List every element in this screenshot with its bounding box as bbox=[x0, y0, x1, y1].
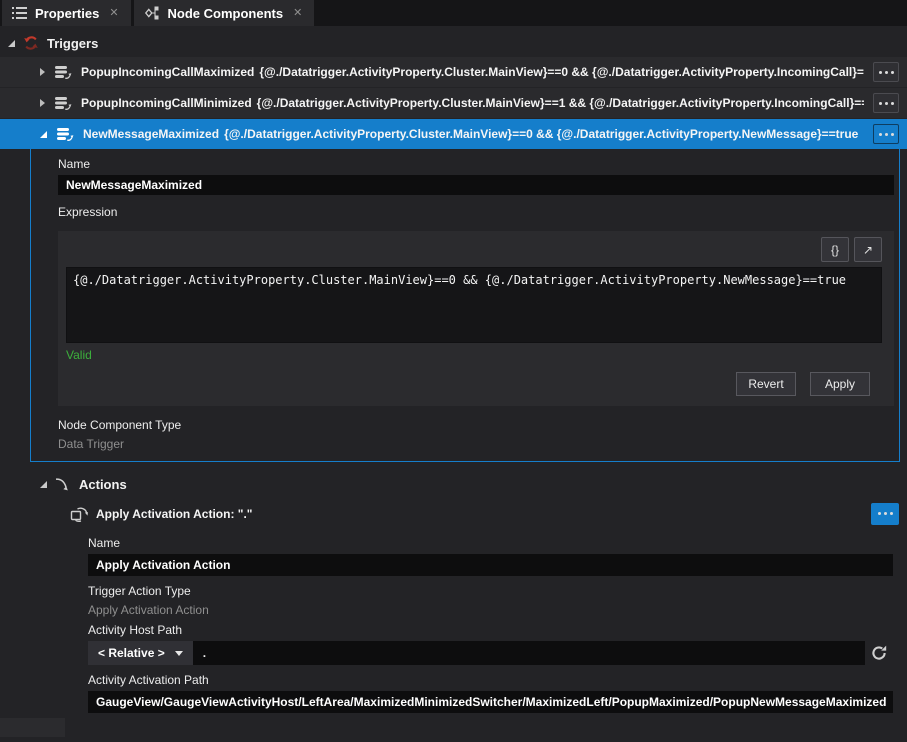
action-type-value: Apply Activation Action bbox=[88, 603, 893, 617]
section-title: Triggers bbox=[47, 36, 98, 51]
trigger-name: PopupIncomingCallMaximized bbox=[81, 65, 254, 79]
tab-properties[interactable]: Properties ✕ bbox=[2, 0, 131, 26]
expression-validity-status: Valid bbox=[66, 348, 882, 362]
apply-activation-action-icon bbox=[70, 506, 88, 522]
actions-section-header: Actions bbox=[0, 470, 907, 498]
trigger-name: PopupIncomingCallMinimized bbox=[81, 96, 252, 110]
trigger-condition: {@./Datatrigger.ActivityProperty.Cluster… bbox=[257, 96, 864, 110]
action-row-label: Apply Activation Action: "." bbox=[96, 507, 863, 521]
host-path-label: Activity Host Path bbox=[88, 623, 893, 637]
close-icon[interactable]: ✕ bbox=[291, 6, 304, 21]
host-path-row: < Relative > . bbox=[88, 641, 893, 665]
trigger-row[interactable]: PopupIncomingCallMinimized {@./Datatrigge… bbox=[0, 88, 907, 118]
collapse-arrow-icon[interactable] bbox=[40, 131, 47, 138]
section-title: Actions bbox=[79, 477, 127, 492]
action-detail-panel: Name Apply Activation Action Trigger Act… bbox=[0, 536, 907, 713]
tab-label: Node Components bbox=[168, 6, 284, 21]
data-trigger-icon bbox=[56, 127, 74, 142]
activation-path-input[interactable]: GaugeView/GaugeViewActivityHost/LeftArea… bbox=[88, 691, 893, 713]
action-row[interactable]: Apply Activation Action: "." bbox=[0, 498, 907, 529]
node-components-icon bbox=[144, 6, 160, 20]
action-type-label: Trigger Action Type bbox=[88, 584, 893, 598]
expand-arrow-icon[interactable] bbox=[40, 68, 45, 76]
tab-node-components[interactable]: Node Components ✕ bbox=[134, 0, 315, 26]
trigger-name-input[interactable]: NewMessageMaximized bbox=[58, 175, 894, 195]
triggers-section-header: Triggers bbox=[0, 29, 907, 57]
expression-editor-panel: {} ↗ {@./Datatrigger.ActivityProperty.Cl… bbox=[58, 231, 894, 406]
data-trigger-icon bbox=[54, 65, 72, 80]
activation-path-label: Activity Activation Path bbox=[88, 673, 893, 687]
component-type-value: Data Trigger bbox=[58, 437, 894, 451]
more-options-button[interactable] bbox=[873, 124, 899, 144]
panel-footer-spacer bbox=[0, 718, 65, 737]
tab-label: Properties bbox=[35, 6, 99, 21]
trigger-detail-panel: Name NewMessageMaximized Expression {} ↗… bbox=[30, 149, 900, 462]
tab-bar: Properties ✕ Node Components ✕ bbox=[0, 0, 907, 26]
expression-toolbar: {} ↗ bbox=[66, 237, 882, 262]
trigger-row-selected[interactable]: NewMessageMaximized {@./Datatrigger.Activ… bbox=[0, 119, 907, 149]
revert-button[interactable]: Revert bbox=[736, 372, 796, 396]
trigger-condition: {@./Datatrigger.ActivityProperty.Cluster… bbox=[259, 65, 864, 79]
action-name-input[interactable]: Apply Activation Action bbox=[88, 554, 893, 576]
reset-path-button[interactable] bbox=[865, 641, 893, 665]
trigger-row-text: PopupIncomingCallMinimized {@./Datatrigge… bbox=[81, 96, 864, 110]
trigger-row-text: NewMessageMaximized {@./Datatrigger.Activ… bbox=[83, 127, 864, 141]
expand-arrow-icon[interactable] bbox=[40, 99, 45, 107]
collapse-arrow-icon[interactable] bbox=[40, 481, 47, 488]
name-label: Name bbox=[58, 157, 894, 171]
data-trigger-icon bbox=[54, 96, 72, 111]
triggers-icon bbox=[23, 35, 39, 51]
trigger-name: NewMessageMaximized bbox=[83, 127, 219, 141]
expression-code-editor[interactable]: {@./Datatrigger.ActivityProperty.Cluster… bbox=[66, 267, 882, 343]
path-mode-value: < Relative > bbox=[98, 646, 165, 660]
host-path-input[interactable]: . bbox=[193, 641, 865, 665]
chevron-down-icon bbox=[175, 651, 183, 656]
node-components-panel: Properties ✕ Node Components ✕ bbox=[0, 0, 907, 742]
trigger-row-text: PopupIncomingCallMaximized {@./Datatrigge… bbox=[81, 65, 864, 79]
path-mode-dropdown[interactable]: < Relative > bbox=[88, 641, 193, 665]
actions-icon bbox=[55, 477, 71, 491]
trigger-row[interactable]: PopupIncomingCallMaximized {@./Datatrigge… bbox=[0, 57, 907, 87]
open-external-editor-icon[interactable]: ↗ bbox=[854, 237, 882, 262]
more-options-button[interactable] bbox=[873, 93, 899, 113]
expression-buttons: Revert Apply bbox=[66, 372, 870, 396]
collapse-arrow-icon[interactable] bbox=[8, 40, 15, 47]
name-label: Name bbox=[88, 536, 893, 550]
trigger-condition: {@./Datatrigger.ActivityProperty.Cluster… bbox=[224, 127, 858, 141]
component-type-label: Node Component Type bbox=[58, 418, 894, 432]
close-icon[interactable]: ✕ bbox=[107, 6, 120, 21]
more-options-button[interactable] bbox=[871, 503, 899, 525]
more-options-button[interactable] bbox=[873, 62, 899, 82]
properties-list-icon bbox=[12, 7, 27, 19]
expression-label: Expression bbox=[58, 205, 894, 219]
apply-button[interactable]: Apply bbox=[810, 372, 870, 396]
insert-braces-button[interactable]: {} bbox=[821, 237, 849, 262]
